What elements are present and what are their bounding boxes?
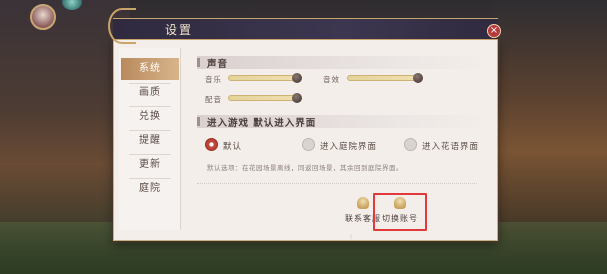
dialog-title: 设置 [165, 23, 194, 37]
scroll-tick [350, 234, 352, 239]
headset-icon [357, 197, 369, 209]
sidebar-item-label: 系统 [139, 63, 161, 74]
voice-slider[interactable] [228, 95, 298, 101]
sidebar-item-graphics[interactable]: 画质 [119, 82, 181, 104]
voice-label: 配音 [205, 95, 222, 104]
section-title-sound: 声音 [207, 59, 229, 70]
radio-label-flower: 进入花语界面 [422, 142, 480, 152]
music-label: 音乐 [205, 75, 222, 84]
divider [197, 183, 477, 184]
sidebar-item-redeem[interactable]: 兑换 [119, 106, 181, 128]
section-title-entry: 进入游戏 默认进入界面 [207, 118, 317, 129]
music-slider[interactable] [228, 75, 298, 81]
sidebar-item-label: 提醒 [139, 135, 161, 146]
sidebar-item-label: 兑换 [139, 111, 161, 122]
music-slider-knob[interactable] [292, 73, 302, 83]
sidebar-item-update[interactable]: 更新 [119, 154, 181, 176]
radio-courtyard[interactable] [302, 138, 315, 151]
sfx-slider-knob[interactable] [413, 73, 423, 83]
sfx-label: 音效 [323, 75, 340, 84]
sidebar-item-reminder[interactable]: 提醒 [119, 130, 181, 152]
radio-label-default: 默认 [223, 142, 243, 152]
settings-sidebar: 系统 画质 兑换 提醒 更新 庭院 [119, 48, 181, 230]
sidebar-item-courtyard[interactable]: 庭院 [119, 178, 181, 200]
close-button[interactable]: × [487, 24, 501, 38]
ornament-icon [108, 8, 136, 44]
sidebar-item-label: 更新 [139, 159, 161, 170]
player-avatar[interactable] [30, 4, 56, 30]
entry-hint: 默认选项：在花园场景离线，同返回场景，其余回到庭院界面。 [207, 164, 403, 172]
sidebar-item-system[interactable]: 系统 [121, 58, 179, 80]
voice-slider-knob[interactable] [292, 93, 302, 103]
sidebar-item-label: 庭院 [139, 183, 161, 194]
sfx-slider[interactable] [347, 75, 419, 81]
highlight-box [373, 193, 427, 231]
radio-flower[interactable] [404, 138, 417, 151]
sidebar-item-label: 画质 [139, 87, 161, 98]
radio-default[interactable] [205, 138, 218, 151]
close-icon: × [489, 25, 499, 36]
section-bar-sound [197, 56, 487, 69]
radio-label-courtyard: 进入庭院界面 [320, 142, 378, 152]
